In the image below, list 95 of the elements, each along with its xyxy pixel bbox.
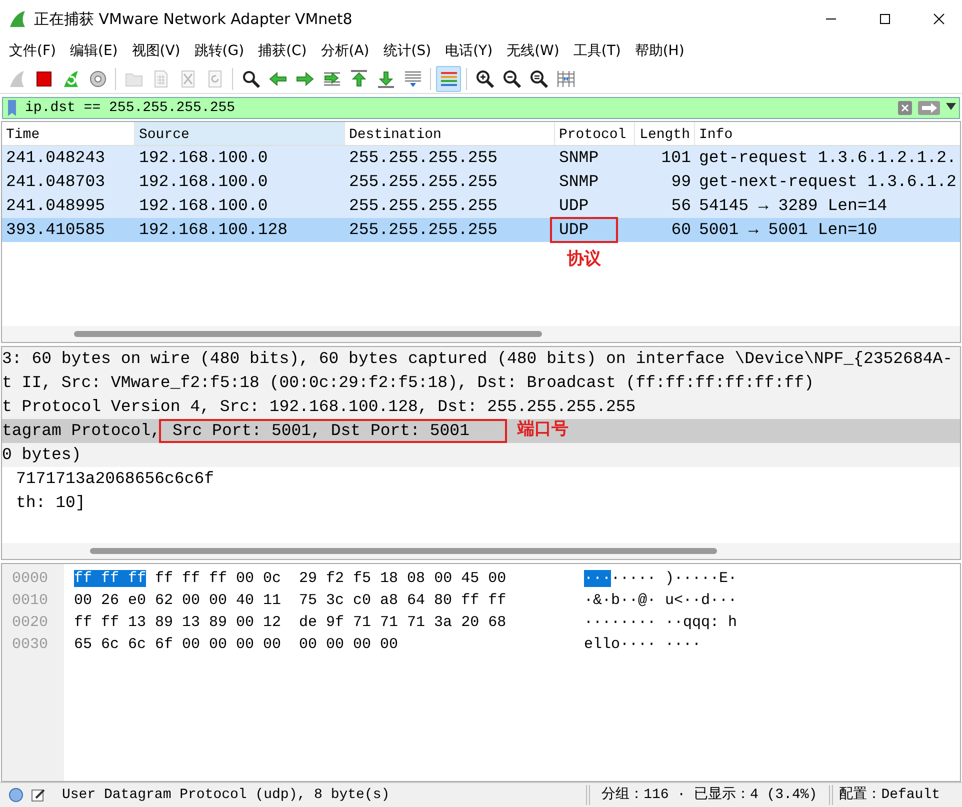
table-cell: 99: [671, 172, 691, 191]
menu-item[interactable]: 无线(W): [500, 40, 566, 62]
table-cell: UDP: [559, 196, 589, 215]
horizontal-scrollbar[interactable]: [2, 326, 960, 342]
packet-row[interactable]: 241.048243 192.168.100.0 255.255.255.255 SNMP 101 get-request 1.3.6.1.2.1.2.: [2, 146, 960, 170]
table-cell: 241.048243: [6, 148, 106, 167]
tree-row[interactable]: 0 bytes): [2, 443, 960, 467]
tree-item-text: Src Port: 5001, Dst Port: 5001: [172, 421, 470, 440]
table-cell: 192.168.100.0: [139, 148, 268, 167]
menu-item[interactable]: 编辑(E): [62, 40, 125, 62]
tree-item-text: th: 10]: [16, 492, 86, 514]
menu-item[interactable]: 跳转(G): [187, 40, 252, 62]
menu-item[interactable]: 电话(Y): [438, 40, 500, 62]
menu-item[interactable]: 统计(S): [376, 40, 438, 62]
table-cell: 255.255.255.255: [349, 220, 498, 239]
hex-bytes[interactable]: ff ff ff: [74, 570, 146, 587]
offset-text: 0020: [11, 613, 50, 633]
annotation-label: 端口号: [518, 418, 568, 442]
table-cell: SNMP: [559, 148, 599, 167]
menu-item[interactable]: 文件(F): [2, 40, 63, 62]
tree-item-text: 0 bytes): [2, 444, 82, 466]
table-cell: 241.048995: [6, 196, 106, 215]
gear-icon: [88, 68, 108, 88]
column-header[interactable]: Length: [635, 122, 695, 145]
stop-icon: [34, 68, 54, 88]
horizontal-scrollbar[interactable]: [2, 543, 960, 559]
tree-item-text: tagram Protocol,: [2, 420, 160, 442]
column-header[interactable]: Destination: [345, 122, 555, 145]
filter-bar[interactable]: ip.dst == 255.255.255.255: [2, 97, 960, 119]
status-text: User Datagram Protocol (udp), 8 byte(s): [62, 786, 391, 804]
table-cell: 255.255.255.255: [349, 148, 498, 167]
tree-item-text: t II, Src: VMware_f2:f5:18 (00:0c:29:f2:f5:18), Dst: Broadcast (ff:ff:ff:ff:ff:ff): [2, 372, 814, 394]
table-cell: SNMP: [559, 172, 599, 191]
ascii-text[interactable]: ····· )·····E·: [611, 570, 738, 587]
table-cell: 255.255.255.255: [349, 196, 498, 215]
search-icon: [240, 68, 260, 88]
tree-row[interactable]: tagram Protocol, Src Port: 5001, Dst Port: 5001 端口号: [2, 419, 960, 443]
ascii-text[interactable]: ·&·b··@· u<··d···: [584, 592, 738, 609]
table-cell: get-request 1.3.6.1.2.1.2.: [699, 148, 956, 167]
table-cell: 255.255.255.255: [349, 172, 498, 191]
column-resize-icon: [556, 68, 576, 88]
tree-row[interactable]: t II, Src: VMware_f2:f5:18 (00:0c:29:f2:f5:18), Dst: Broadcast (ff:ff:ff:ff:ff:ff): [2, 371, 960, 395]
edit-icon: [30, 787, 46, 803]
offset-text: 0010: [11, 591, 50, 611]
maximize-icon: [879, 13, 891, 25]
clear-icon: [897, 100, 913, 116]
annotation-label: 协议: [567, 248, 601, 272]
table-cell: 54145 → 3289 Len=14: [699, 196, 888, 215]
status-circle-icon: [8, 787, 24, 803]
table-cell: get-next-request 1.3.6.1.2: [699, 172, 956, 191]
hex-bytes[interactable]: ff ff 13 89 13 89 00 12 de 9f 71 71 71 3a 20 68: [74, 614, 506, 631]
menu-item[interactable]: 视图(V): [124, 40, 188, 62]
tree-row[interactable]: t Protocol Version 4, Src: 192.168.100.128, Dst: 255.255.255.255: [2, 395, 960, 419]
menu-item[interactable]: 帮助(H): [628, 40, 692, 62]
app-icon: [8, 10, 26, 28]
table-cell: UDP: [559, 220, 589, 239]
hex-bytes[interactable]: 00 26 e0 62 00 00 40 11 75 3c c0 a8 64 80 ff ff: [74, 592, 506, 609]
profile-text: 配置：Default: [839, 786, 940, 804]
table-cell: 192.168.100.0: [139, 172, 268, 191]
clear-button[interactable]: [895, 98, 915, 118]
offset-text: 0000: [11, 569, 50, 589]
zoom-out-icon: [502, 68, 522, 88]
up-arrow-icon: [348, 68, 368, 88]
close-icon: [933, 13, 945, 25]
zoom-reset-icon: [528, 68, 548, 88]
ascii-text[interactable]: ···: [584, 570, 612, 587]
ascii-text[interactable]: ········ ··qqq: h: [584, 614, 738, 631]
offset-text: 0030: [11, 635, 50, 655]
autoscroll-icon: [402, 68, 422, 88]
packet-row[interactable]: 241.048995 192.168.100.0 255.255.255.255 UDP 56 54145 → 3289 Len=14: [2, 194, 960, 218]
zoom-in-icon: [474, 68, 494, 88]
column-header[interactable]: Protocol: [555, 122, 635, 145]
menu-item[interactable]: 捕获(C): [251, 40, 314, 62]
table-cell: 241.048703: [6, 172, 106, 191]
hex-bytes[interactable]: ff ff ff 00 0c 29 f2 f5 18 08 00 45 00: [146, 570, 506, 587]
table-cell: 393.410585: [6, 220, 106, 239]
ascii-text[interactable]: ello···· ····: [584, 636, 702, 653]
menu-item[interactable]: 分析(A): [314, 40, 376, 62]
packet-row[interactable]: 241.048703 192.168.100.0 255.255.255.255 SNMP 99 get-next-request 1.3.6.1.2: [2, 170, 960, 194]
column-header[interactable]: Source: [135, 122, 345, 145]
packet-count-text: 分组：116 · 已显示：4 (3.4%): [602, 786, 818, 804]
table-cell: 101: [661, 148, 691, 167]
window-title: 正在捕获 VMware Network Adapter VMnet8: [34, 8, 354, 30]
table-cell: 56: [671, 196, 691, 215]
menu-item[interactable]: 工具(T): [566, 40, 628, 62]
down-arrow-icon: [376, 68, 396, 88]
tree-item-text: 7171713a2068656c6c6f: [16, 468, 214, 490]
table-cell: 192.168.100.0: [139, 196, 268, 215]
hex-bytes[interactable]: 65 6c 6c 6f 00 00 00 00 00 00 00 00: [74, 636, 398, 653]
table-cell: 5001 → 5001 Len=10: [699, 220, 878, 239]
table-cell: 60: [671, 220, 691, 239]
column-header[interactable]: Info: [695, 122, 960, 145]
table-cell: 192.168.100.128: [139, 220, 288, 239]
tree-item-text: t Protocol Version 4, Src: 192.168.100.128, Dst: 255.255.255.255: [2, 396, 636, 418]
bookmark-icon: [5, 98, 19, 118]
